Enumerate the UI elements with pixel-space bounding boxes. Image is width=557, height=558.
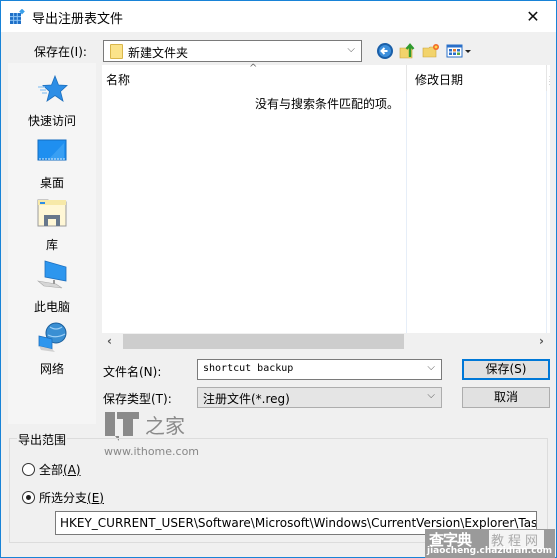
column-divider bbox=[406, 91, 407, 333]
export-range-title: 导出范围 bbox=[17, 431, 68, 448]
filename-value: shortcut backup bbox=[203, 363, 294, 374]
column-date-label: 修改日期 bbox=[415, 73, 464, 87]
place-label: 库 bbox=[45, 238, 58, 252]
radio-button-icon[interactable] bbox=[22, 463, 35, 476]
radio-button-selected-icon[interactable] bbox=[22, 491, 35, 504]
filetype-value: 注册文件(*.reg) bbox=[203, 392, 290, 406]
place-desktop[interactable]: 桌面 bbox=[8, 135, 96, 191]
column-header-date-modified[interactable]: 修改日期 bbox=[406, 65, 546, 91]
folder-icon bbox=[110, 44, 123, 59]
places-bar: 快速访问 桌面 库 此电脑 网络 bbox=[8, 63, 96, 424]
cancel-button[interactable]: 取消 bbox=[462, 387, 550, 408]
radio-all-label: 全部 bbox=[39, 463, 64, 477]
libraries-icon bbox=[37, 199, 67, 227]
place-libraries[interactable]: 库 bbox=[8, 197, 96, 253]
place-label: 桌面 bbox=[39, 176, 64, 190]
save-in-dropdown[interactable]: 新建文件夹 ⌵ bbox=[103, 40, 362, 62]
registry-editor-icon bbox=[10, 9, 25, 24]
close-icon: ✕ bbox=[526, 6, 540, 26]
radio-all-accesskey: (A) bbox=[63, 462, 81, 477]
close-button[interactable]: ✕ bbox=[510, 1, 556, 31]
column-divider bbox=[546, 91, 547, 333]
up-folder-icon[interactable] bbox=[399, 42, 417, 60]
desktop-icon bbox=[37, 139, 67, 161]
radio-all[interactable]: 全部 (A) bbox=[22, 461, 81, 478]
place-label: 网络 bbox=[39, 362, 64, 376]
filename-label: 文件名(N): bbox=[103, 365, 162, 379]
export-registry-dialog: 导出注册表文件 ✕ 保存在(I): 新建文件夹 ⌵ 快速访问 桌面 库 此电脑 … bbox=[0, 0, 557, 558]
column-type-label: 类 bbox=[549, 73, 550, 87]
horizontal-scrollbar[interactable]: ‹ › bbox=[102, 333, 550, 351]
ithome-watermark-logo: 之家 bbox=[105, 412, 185, 441]
scroll-right-icon[interactable]: › bbox=[539, 334, 544, 348]
scrollbar-thumb[interactable] bbox=[123, 334, 404, 349]
window-title: 导出注册表文件 bbox=[32, 12, 124, 27]
svg-text:之家: 之家 bbox=[145, 414, 185, 438]
radio-selected-accesskey: (E) bbox=[87, 490, 104, 505]
place-this-pc[interactable]: 此电脑 bbox=[8, 259, 96, 315]
chazidian-watermark-url: jiaocheng.chazidian.com bbox=[427, 546, 553, 556]
title-bar: 导出注册表文件 ✕ bbox=[1, 1, 556, 32]
filetype-label: 保存类型(T): bbox=[103, 392, 172, 406]
chazidian-watermark: 查字典 教程网 jiaocheng.chazidian.com bbox=[425, 529, 555, 558]
place-network[interactable]: 网络 bbox=[8, 321, 96, 377]
column-header-type[interactable]: 类 bbox=[546, 65, 550, 91]
place-label: 此电脑 bbox=[33, 300, 70, 314]
chevron-down-icon[interactable]: ⌵ bbox=[427, 362, 435, 373]
view-menu-icon[interactable] bbox=[446, 42, 474, 60]
filetype-dropdown[interactable]: 注册文件(*.reg) ⌵ bbox=[197, 387, 442, 408]
file-list[interactable]: 名称 ^ 修改日期 类 没有与搜索条件匹配的项。 bbox=[102, 63, 550, 333]
scroll-left-icon[interactable]: ‹ bbox=[107, 334, 112, 348]
new-folder-icon[interactable] bbox=[422, 42, 440, 60]
save-in-value: 新建文件夹 bbox=[128, 46, 189, 60]
chevron-down-icon: ⌵ bbox=[427, 390, 435, 401]
place-label: 快速访问 bbox=[27, 114, 76, 128]
back-icon[interactable] bbox=[376, 42, 394, 60]
radio-selected-label: 所选分支 bbox=[39, 491, 88, 505]
column-name-label: 名称 bbox=[106, 73, 131, 87]
quick-access-star-icon bbox=[38, 74, 68, 102]
save-in-label: 保存在(I): bbox=[34, 45, 87, 59]
empty-message: 没有与搜索条件匹配的项。 bbox=[255, 97, 400, 111]
place-quick-access[interactable]: 快速访问 bbox=[8, 73, 96, 129]
sort-ascending-icon: ^ bbox=[249, 63, 258, 74]
save-button[interactable]: 保存(S) bbox=[462, 359, 550, 380]
this-pc-icon bbox=[36, 260, 67, 289]
chevron-down-icon: ⌵ bbox=[347, 44, 355, 55]
network-icon bbox=[38, 322, 67, 352]
filename-input[interactable]: shortcut backup ⌵ bbox=[197, 359, 442, 380]
radio-selected-branch[interactable]: 所选分支 (E) bbox=[22, 489, 104, 506]
